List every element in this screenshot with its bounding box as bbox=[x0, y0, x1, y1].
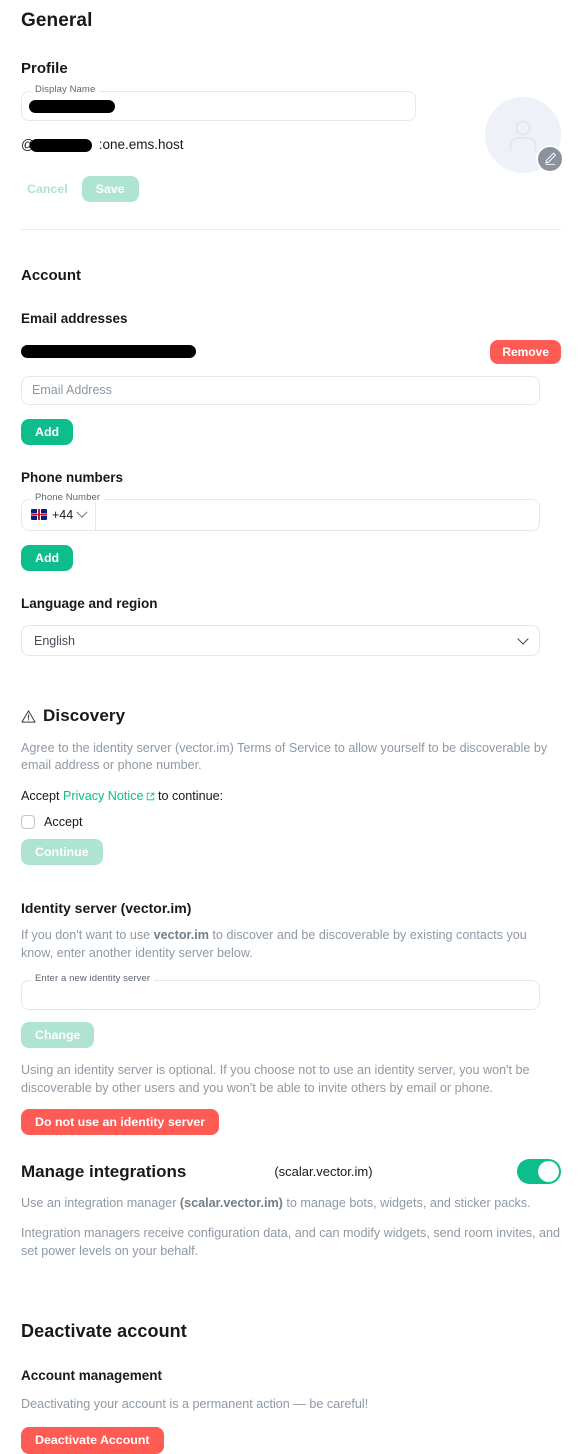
add-phone-button[interactable]: Add bbox=[21, 544, 74, 572]
discovery-section: Discovery Agree to the identity server (… bbox=[21, 706, 561, 866]
email-list-item: Remove bbox=[21, 339, 561, 364]
accept-checkbox-label: Accept bbox=[44, 814, 83, 829]
section-divider bbox=[21, 228, 561, 230]
integrations-heading: Manage integrations bbox=[21, 1161, 187, 1181]
language-select-wrap[interactable]: English bbox=[21, 625, 540, 657]
identity-server-section: Identity server (vector.im) If you don't… bbox=[21, 900, 561, 1136]
profile-form: Display Name @:one.ems.host Cancel Save bbox=[21, 85, 463, 202]
language-select[interactable]: English bbox=[21, 625, 540, 657]
identity-server-heading: Identity server (vector.im) bbox=[21, 900, 192, 917]
matrix-id-suffix: :one.ems.host bbox=[98, 136, 184, 152]
integrations-heading-row: Manage integrations (scalar.vector.im) bbox=[21, 1159, 561, 1185]
integrations-description-1: Use an integration manager (scalar.vecto… bbox=[21, 1195, 561, 1213]
accept-checkbox[interactable] bbox=[21, 814, 35, 829]
accept-prefix-text: Accept bbox=[21, 789, 60, 804]
profile-actions: Cancel Save bbox=[21, 175, 463, 202]
phone-number-field[interactable]: Phone Number +44 bbox=[21, 493, 540, 531]
identity-server-input-label: Enter a new identity server bbox=[31, 974, 155, 984]
toggle-knob bbox=[538, 1161, 559, 1183]
profile-section: Profile Display Name @:one.ems.host Canc… bbox=[21, 60, 564, 230]
identity-server-description: If you don't want to use vector.im to di… bbox=[21, 927, 561, 963]
pencil-icon bbox=[544, 152, 556, 165]
remove-email-button[interactable]: Remove bbox=[490, 339, 561, 364]
identity-server-input-field[interactable]: Enter a new identity server bbox=[21, 974, 540, 1010]
do-not-use-identity-server-button[interactable]: Do not use an identity server bbox=[21, 1108, 220, 1136]
page-title-row: General bbox=[21, 0, 561, 33]
language-heading: Language and region bbox=[21, 596, 158, 612]
phone-number-label: Phone Number bbox=[31, 493, 105, 503]
language-heading-row: Language and region bbox=[21, 596, 561, 613]
save-button[interactable]: Save bbox=[81, 175, 139, 202]
email-address-redaction bbox=[21, 345, 196, 359]
profile-heading: Profile bbox=[21, 59, 68, 77]
integrations-server-name: (scalar.vector.im) bbox=[274, 1164, 373, 1180]
phone-heading: Phone numbers bbox=[21, 469, 124, 485]
settings-general-page: General Profile Display Name @:one.ems.h… bbox=[0, 0, 582, 1454]
matrix-id-redaction bbox=[30, 138, 92, 152]
profile-body: Display Name @:one.ems.host Cancel Save bbox=[21, 85, 564, 202]
email-heading-row: Email addresses bbox=[21, 311, 561, 328]
cancel-button[interactable]: Cancel bbox=[21, 176, 74, 202]
country-code-dropdown[interactable]: +44 bbox=[22, 499, 97, 530]
account-management-heading: Account management bbox=[21, 1368, 163, 1384]
language-selected-value: English bbox=[34, 633, 75, 648]
identity-server-disable-row: Do not use an identity server bbox=[21, 1108, 561, 1136]
integrations-toggle[interactable] bbox=[517, 1159, 561, 1185]
chevron-down-icon bbox=[76, 506, 88, 518]
accept-suffix-text: to continue: bbox=[158, 789, 224, 804]
add-email-button[interactable]: Add bbox=[21, 418, 74, 445]
external-link-icon bbox=[146, 793, 154, 801]
identity-server-desc-pre: If you don't want to use bbox=[21, 927, 154, 942]
phone-heading-row: Phone numbers bbox=[21, 470, 561, 487]
email-input[interactable] bbox=[21, 375, 540, 405]
integrations-description-2: Integration managers receive configurati… bbox=[21, 1226, 561, 1258]
profile-heading-row: Profile bbox=[21, 60, 561, 79]
display-name-field[interactable]: Display Name bbox=[21, 85, 416, 121]
privacy-notice-link[interactable]: Privacy Notice bbox=[63, 789, 143, 803]
avatar-wrap[interactable] bbox=[485, 96, 564, 173]
email-heading: Email addresses bbox=[21, 310, 128, 326]
warning-triangle-icon bbox=[21, 710, 36, 723]
integrations-desc1-bold: (scalar.vector.im) bbox=[179, 1196, 283, 1211]
change-identity-server-button[interactable]: Change bbox=[21, 1021, 95, 1048]
phone-number-input[interactable] bbox=[96, 499, 539, 530]
page-title: General bbox=[21, 10, 93, 31]
deactivate-section: Deactivate account Account management De… bbox=[21, 1321, 561, 1454]
integrations-section: Manage integrations (scalar.vector.im) U… bbox=[21, 1159, 561, 1261]
email-add-row: Add bbox=[21, 418, 561, 445]
account-heading: Account bbox=[21, 266, 81, 284]
phone-add-row: Add bbox=[21, 544, 561, 572]
discovery-heading: Discovery bbox=[43, 706, 126, 726]
matrix-id: @:one.ems.host bbox=[21, 137, 463, 154]
accept-privacy-line: Accept Privacy Notice to continue: bbox=[21, 788, 561, 806]
avatar-edit-button[interactable] bbox=[536, 144, 564, 173]
display-name-redaction bbox=[29, 99, 115, 113]
discovery-heading-row: Discovery bbox=[21, 706, 561, 726]
integrations-desc1-pre: Use an integration manager bbox=[21, 1196, 180, 1211]
deactivate-account-button[interactable]: Deactivate Account bbox=[21, 1427, 164, 1454]
gb-flag-icon bbox=[31, 509, 47, 521]
continue-button[interactable]: Continue bbox=[21, 838, 103, 866]
country-code-value: +44 bbox=[52, 507, 74, 522]
integrations-desc1-post: to manage bots, widgets, and sticker pac… bbox=[282, 1196, 531, 1211]
identity-server-actions: Change bbox=[21, 1021, 561, 1048]
discovery-actions: Continue bbox=[21, 838, 561, 866]
identity-server-desc-bold: vector.im bbox=[153, 927, 209, 942]
deactivate-warning: Deactivating your account is a permanent… bbox=[21, 1397, 369, 1412]
person-icon bbox=[509, 120, 537, 151]
accept-checkbox-row[interactable]: Accept bbox=[21, 814, 561, 829]
discovery-description: Agree to the identity server (vector.im)… bbox=[21, 740, 548, 773]
identity-server-note: Using an identity server is optional. If… bbox=[21, 1062, 530, 1095]
account-section: Account Email addresses Remove Add Phone… bbox=[21, 266, 561, 657]
deactivate-heading: Deactivate account bbox=[21, 1320, 187, 1341]
display-name-label: Display Name bbox=[31, 85, 100, 95]
